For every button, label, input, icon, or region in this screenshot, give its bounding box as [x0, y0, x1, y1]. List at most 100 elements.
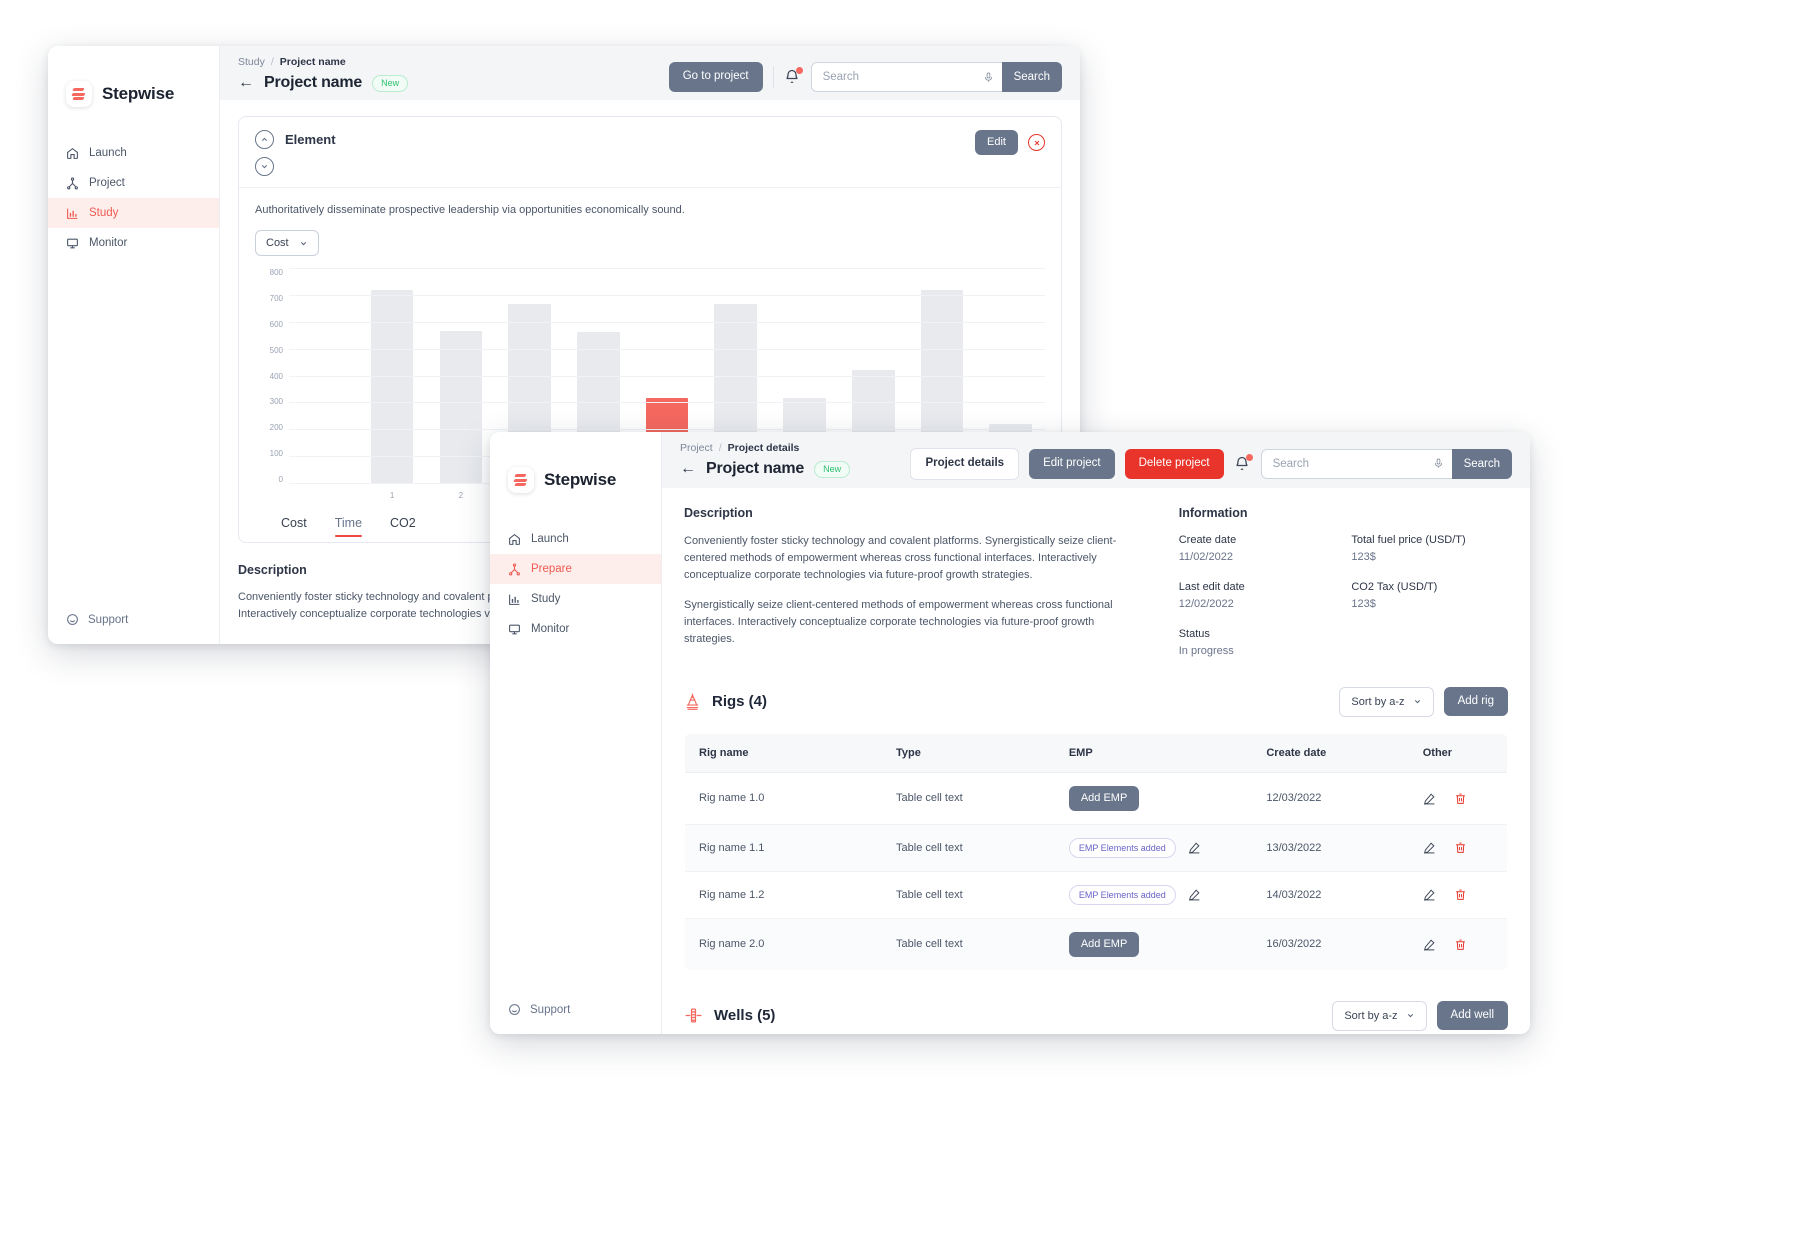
emp-cell: EMP Elements added — [1068, 837, 1239, 858]
wells-sort-select[interactable]: Sort by a-z — [1332, 1000, 1427, 1031]
sidebar-item-project[interactable]: Project — [48, 168, 219, 198]
table-row[interactable]: Rig name 1.1 Table cell text EMP Elements … — [685, 824, 1507, 872]
search-input[interactable] — [1272, 457, 1427, 470]
search-field[interactable] — [810, 62, 1002, 92]
close-circle-icon[interactable] — [1028, 134, 1045, 151]
info-field: Status In progress — [1179, 628, 1336, 657]
emp-badge: EMP Elements added — [1068, 837, 1176, 858]
mic-icon[interactable] — [983, 71, 994, 84]
sidebar: Stepwise Launch Prepare Study Monitor Su… — [490, 432, 662, 1034]
sidebar-item-monitor[interactable]: Monitor — [490, 614, 661, 644]
chevron-down-icon — [1406, 1011, 1415, 1020]
table-row[interactable]: Rig name 1.0 Table cell text Add EMP 12/03/… — [685, 772, 1507, 825]
topbar-left: Study / Project name ← Project name New — [238, 56, 409, 92]
brand-name: Stepwise — [102, 84, 175, 103]
add-well-button[interactable]: Add well — [1436, 1000, 1508, 1031]
edit-icon[interactable] — [1423, 841, 1436, 854]
add-emp-button[interactable]: Add EMP — [1068, 931, 1140, 957]
metric-select[interactable]: Cost — [255, 230, 319, 256]
breadcrumb-root[interactable]: Project — [680, 442, 713, 454]
add-rig-button[interactable]: Add rig — [1443, 686, 1508, 717]
sidebar-item-label: Study — [89, 207, 119, 219]
search-button[interactable]: Search — [1001, 62, 1062, 92]
back-arrow-icon[interactable]: ← — [680, 461, 696, 477]
chevron-down-icon[interactable] — [255, 157, 274, 176]
add-emp-button[interactable]: Add EMP — [1068, 785, 1140, 811]
sidebar-item-launch[interactable]: Launch — [490, 524, 661, 554]
information-title: Information — [1178, 505, 1248, 520]
sidebar: Stepwise Launch Project Study Monitor Su… — [48, 46, 220, 644]
sidebar-item-launch[interactable]: Launch — [48, 138, 219, 168]
topbar: Study / Project name ← Project name New … — [220, 46, 1080, 100]
table-row[interactable]: Rig name 1.2 Table cell text EMP Elements … — [685, 871, 1507, 919]
search-field[interactable] — [1260, 448, 1452, 479]
edit-icon[interactable] — [1423, 792, 1436, 805]
monitor-icon — [66, 237, 79, 250]
tab-co2[interactable]: CO2 — [390, 516, 416, 540]
sidebar-item-study[interactable]: Study — [48, 198, 219, 228]
breadcrumb-root[interactable]: Study — [238, 56, 265, 68]
edit-icon[interactable] — [1188, 888, 1201, 901]
edit-icon[interactable] — [1423, 938, 1436, 951]
support-link[interactable]: Support — [48, 613, 219, 644]
go-to-project-button[interactable]: Go to project — [668, 62, 763, 92]
info-key: Last edit date — [1178, 580, 1245, 593]
row-actions — [1423, 938, 1493, 951]
cell-emp: EMP Elements added — [1054, 824, 1253, 872]
cell-create-date: 16/03/2022 — [1252, 918, 1409, 970]
delete-icon[interactable] — [1454, 841, 1467, 854]
sidebar-nav: Launch Prepare Study Monitor — [490, 524, 661, 644]
description-paragraph-1: Conveniently foster sticky technology an… — [684, 534, 1117, 581]
information-grid: Create date 11/02/2022 Total fuel price … — [1179, 534, 1508, 657]
x-tick — [289, 491, 358, 500]
chart-bar[interactable] — [370, 289, 414, 483]
cell-other — [1408, 824, 1507, 872]
project-icon — [66, 177, 79, 190]
tab-time[interactable]: Time — [334, 516, 363, 540]
rigs-table-body: Rig name 1.0 Table cell text Add EMP 12/03/… — [685, 772, 1507, 970]
sidebar-item-prepare[interactable]: Prepare — [490, 554, 661, 584]
sidebar-item-study[interactable]: Study — [490, 584, 661, 614]
cell-other — [1408, 871, 1507, 919]
delete-icon[interactable] — [1454, 938, 1467, 951]
back-arrow-icon[interactable]: ← — [238, 75, 254, 91]
bell-icon[interactable] — [784, 67, 803, 86]
delete-icon[interactable] — [1454, 792, 1467, 805]
chart-icon — [66, 207, 79, 220]
window2-scroll: Description Conveniently foster sticky t… — [662, 488, 1530, 1035]
stepwise-logo-icon — [508, 467, 534, 493]
info-key: Status — [1178, 627, 1210, 640]
breadcrumb-current: Project details — [727, 442, 800, 454]
sidebar-item-monitor[interactable]: Monitor — [48, 228, 219, 258]
support-link[interactable]: Support — [490, 1003, 661, 1034]
cell-other — [1408, 918, 1507, 970]
edit-button[interactable]: Edit — [975, 130, 1018, 155]
wells-heading-group: Wells (5) — [684, 1006, 775, 1025]
main-area: Project / Project details ← Project name… — [662, 432, 1530, 1034]
chart-bar[interactable] — [439, 331, 483, 483]
cell-type: Table cell text — [882, 772, 1055, 825]
search: Search — [1260, 448, 1512, 479]
brand: Stepwise — [48, 46, 219, 120]
cell-rig-name: Rig name 1.1 — [685, 824, 883, 872]
tab-cost[interactable]: Cost — [281, 516, 307, 540]
support-label: Support — [88, 613, 129, 626]
delete-icon[interactable] — [1454, 888, 1467, 901]
page-title: Project name — [264, 74, 363, 91]
table-row[interactable]: Rig name 2.0 Table cell text Add EMP 16/03/… — [685, 918, 1507, 970]
overview-section: Description Conveniently foster sticky t… — [684, 488, 1508, 657]
project-details-button[interactable]: Project details — [910, 448, 1020, 480]
search-button[interactable]: Search — [1451, 448, 1512, 479]
chevron-up-icon[interactable] — [255, 130, 274, 149]
breadcrumb: Project / Project details — [680, 442, 850, 454]
mic-icon[interactable] — [1433, 457, 1444, 470]
edit-icon[interactable] — [1188, 841, 1201, 854]
rigs-sort-select[interactable]: Sort by a-z — [1339, 686, 1434, 717]
edit-project-button[interactable]: Edit project — [1029, 449, 1115, 479]
search-input[interactable] — [822, 71, 977, 83]
edit-icon[interactable] — [1423, 888, 1436, 901]
well-icon — [684, 1006, 703, 1025]
monitor-icon — [508, 623, 521, 636]
bell-icon[interactable] — [1234, 453, 1253, 473]
delete-project-button[interactable]: Delete project — [1124, 449, 1224, 479]
